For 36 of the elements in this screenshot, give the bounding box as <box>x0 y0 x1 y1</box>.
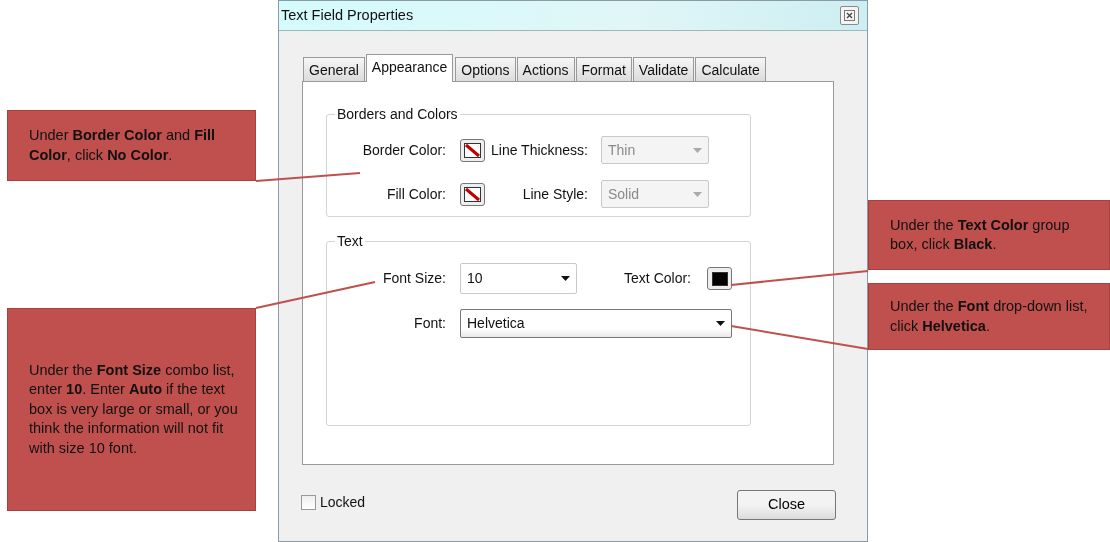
window-title: Text Field Properties <box>281 5 414 25</box>
field-label: Font: <box>413 314 446 333</box>
tab[interactable]: Appearance <box>365 54 454 82</box>
tab[interactable]: Format <box>575 57 632 81</box>
no-color-icon <box>464 142 481 158</box>
callout-text: Under Border Color and Fill Color, click No Color. <box>29 126 217 165</box>
checkbox[interactable] <box>301 494 316 510</box>
group-title: Text <box>336 234 364 248</box>
checkbox-label: Locked <box>320 492 366 512</box>
callout-text: Under the Text Color group box, click Black. <box>890 215 1071 254</box>
close-button[interactable] <box>840 6 859 25</box>
dropdown[interactable]: Helvetica <box>460 309 732 338</box>
combo-box[interactable]: 10 <box>460 263 577 294</box>
callout-text: Under the Font drop-down list, click Helvetica. <box>890 297 1089 336</box>
group-title: Borders and Colors <box>336 107 459 121</box>
tab[interactable]: Actions <box>516 57 575 81</box>
close-button[interactable]: Close <box>737 490 836 520</box>
caret-icon <box>693 147 702 153</box>
callout-text: Under the Font Size combo list, enter 10. Enter Auto if the text box is very large or small, or you think the information will not fit with size 10 font. <box>29 360 239 458</box>
tab[interactable]: Calculate <box>695 57 766 81</box>
field-label: Line Thickness: <box>490 140 588 160</box>
field-label: Font Size: <box>381 269 446 288</box>
caret-icon <box>561 276 570 281</box>
caret-icon <box>693 191 702 197</box>
tab[interactable]: Options <box>455 57 516 81</box>
close-icon <box>844 10 855 21</box>
no-color-icon <box>464 186 481 202</box>
tab[interactable]: General <box>303 57 365 81</box>
field-label: Text Color: <box>623 269 691 288</box>
field-label: Border Color: <box>361 140 446 160</box>
field-label: Fill Color: <box>385 184 446 204</box>
field-label: Line Style: <box>521 184 588 204</box>
color-swatch-button[interactable] <box>460 138 485 162</box>
tab[interactable]: Validate <box>632 57 695 81</box>
caret-icon <box>716 321 725 326</box>
color-swatch-button[interactable] <box>460 182 485 206</box>
